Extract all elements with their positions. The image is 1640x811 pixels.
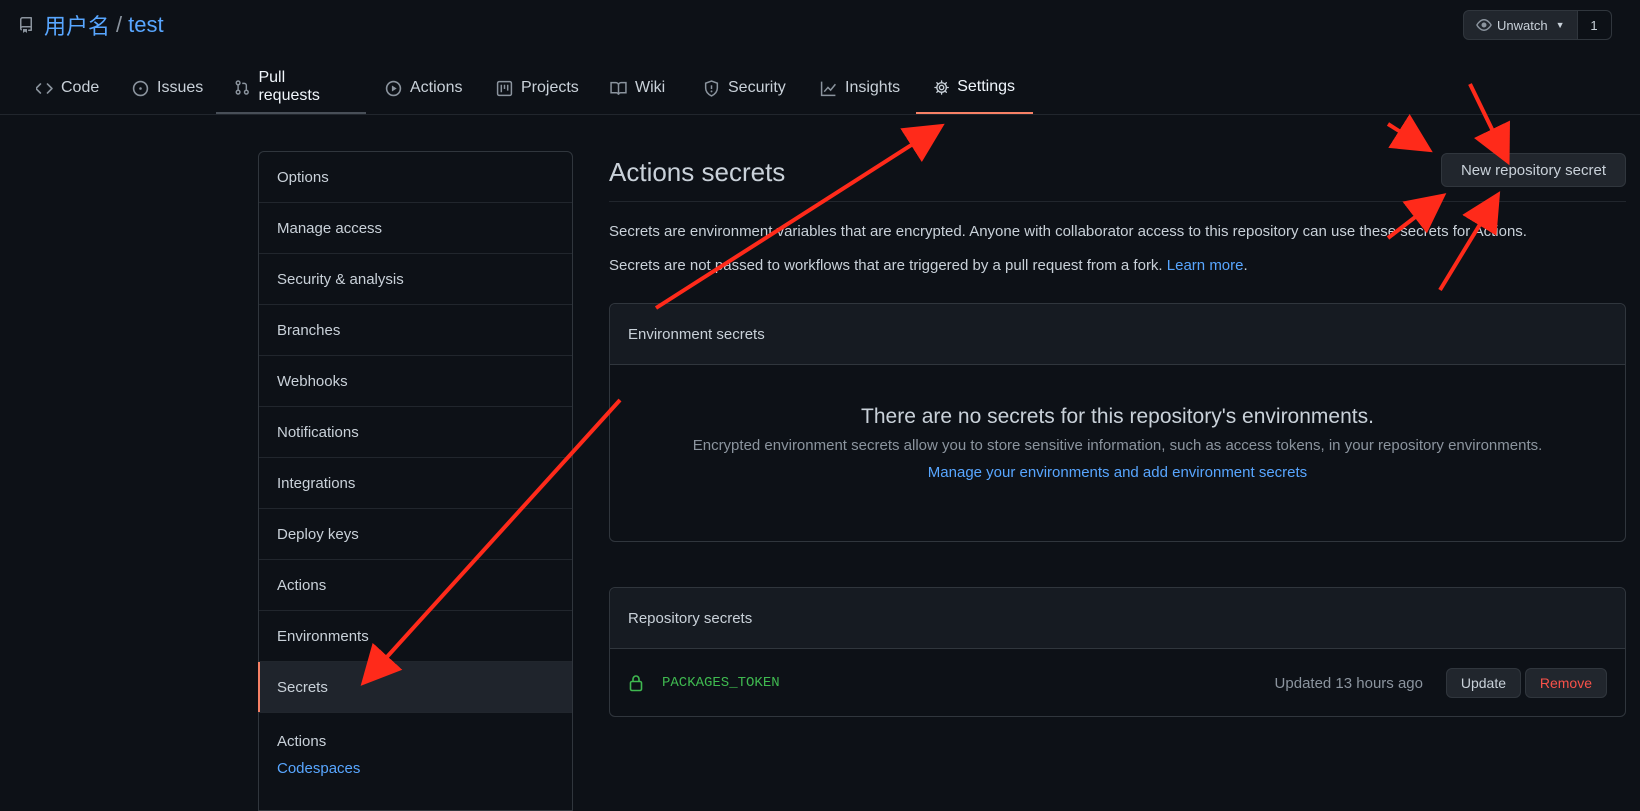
tab-issues[interactable]: Issues [114, 62, 221, 114]
eye-icon [1476, 19, 1492, 31]
environment-secrets-box: Environment secrets There are no secrets… [609, 303, 1626, 542]
play-icon [385, 80, 402, 96]
sidebar-item-environments[interactable]: Environments [259, 611, 572, 662]
chevron-down-icon: ▼ [1555, 20, 1565, 30]
tab-label: Code [61, 79, 100, 96]
sidebar-item-manage-access[interactable]: Manage access [259, 203, 572, 254]
book-icon [610, 81, 627, 95]
watch-group: Unwatch ▼ 1 [1463, 10, 1612, 40]
new-repository-secret-button[interactable]: New repository secret [1440, 153, 1626, 187]
blankslate-title: There are no secrets for this repository… [861, 405, 1374, 428]
sidebar-item-options[interactable]: Options [259, 152, 572, 203]
sidebar-item-integrations[interactable]: Integrations [259, 458, 572, 509]
tab-projects[interactable]: Projects [478, 62, 597, 114]
manage-environments-link[interactable]: Manage your environments and add environ… [928, 464, 1307, 481]
tab-label: Insights [845, 79, 901, 96]
page-title: Actions secrets [609, 157, 786, 187]
annotation-arrow [1438, 191, 1501, 292]
repo-icon [19, 17, 32, 33]
repo-name-link[interactable]: test [128, 12, 163, 38]
tab-actions[interactable]: Actions [367, 62, 480, 114]
secret-row: PACKAGES_TOKEN Updated 13 hours ago Upda… [610, 649, 1625, 717]
page-header: Actions secrets New repository secret [609, 151, 1626, 202]
tab-insights[interactable]: Insights [802, 62, 918, 114]
unwatch-label: Unwatch [1497, 17, 1548, 33]
tab-settings[interactable]: Settings [916, 62, 1033, 114]
blankslate-description: Encrypted environment secrets allow you … [692, 437, 1543, 454]
sidebar-item-notifications[interactable]: Notifications [259, 407, 572, 458]
main-content: Actions secrets New repository secret Se… [609, 151, 1626, 717]
unwatch-button[interactable]: Unwatch ▼ [1463, 10, 1578, 40]
repo-title: 用户名 / test [18, 8, 164, 42]
sidebar-subheading-actions: Actions [277, 733, 327, 750]
update-secret-button[interactable]: Update [1445, 668, 1521, 698]
annotation-arrow [1386, 114, 1433, 153]
repo-separator: / [116, 12, 123, 37]
settings-sidebar: Options Manage access Security & analysi… [258, 151, 573, 811]
repo-tabs: Code Issues Pull requests Actions Projec… [0, 62, 1640, 115]
pull-request-icon [235, 79, 249, 95]
tab-security[interactable]: Security [685, 62, 804, 114]
tab-label: Actions [410, 79, 463, 96]
sidebar-item-webhooks[interactable]: Webhooks [259, 356, 572, 407]
tab-label: Projects [521, 79, 579, 96]
gear-icon [934, 79, 949, 95]
tab-code[interactable]: Code [18, 62, 117, 114]
watch-count[interactable]: 1 [1577, 10, 1612, 40]
environment-secrets-blankslate: There are no secrets for this repository… [610, 405, 1625, 482]
fork-note-text: Secrets are not passed to workflows that… [609, 257, 1163, 274]
graph-icon [820, 81, 836, 96]
shield-icon [704, 79, 719, 97]
tab-wiki[interactable]: Wiki [592, 62, 683, 114]
remove-secret-button[interactable]: Remove [1524, 668, 1607, 698]
project-icon [496, 80, 513, 96]
secret-name: PACKAGES_TOKEN [662, 675, 780, 691]
tab-label: Security [728, 79, 786, 96]
tab-pull-requests[interactable]: Pull requests [216, 62, 366, 114]
environment-secrets-heading: Environment secrets [610, 304, 1625, 365]
tab-label: Pull requests [258, 69, 320, 104]
repository-secrets-heading: Repository secrets [610, 588, 1625, 649]
tab-label: Settings [957, 78, 1015, 95]
lock-icon [629, 675, 643, 692]
sidebar-item-actions[interactable]: Actions [259, 560, 572, 611]
sidebar-item-deploy-keys[interactable]: Deploy keys [259, 509, 572, 560]
code-icon [36, 82, 53, 94]
secret-updated-time: Updated 13 hours ago [1274, 674, 1423, 692]
sidebar-item-secrets[interactable]: Secrets [258, 662, 572, 713]
sidebar-item-branches[interactable]: Branches [259, 305, 572, 356]
fork-note: Secrets are not passed to workflows that… [609, 257, 1248, 274]
repo-owner-link[interactable]: 用户名 [44, 9, 110, 41]
repository-secrets-box: Repository secrets PACKAGES_TOKEN Update… [609, 587, 1626, 717]
tab-label: Wiki [635, 79, 666, 96]
learn-more-link[interactable]: Learn more [1167, 257, 1244, 274]
secrets-description: Secrets are environment variables that a… [609, 223, 1527, 240]
issue-icon [132, 80, 149, 96]
sidebar-link-codespaces[interactable]: Codespaces [259, 760, 572, 777]
fork-note-period: . [1243, 257, 1248, 274]
sidebar-item-security-analysis[interactable]: Security & analysis [259, 254, 572, 305]
tab-label: Issues [157, 79, 204, 96]
